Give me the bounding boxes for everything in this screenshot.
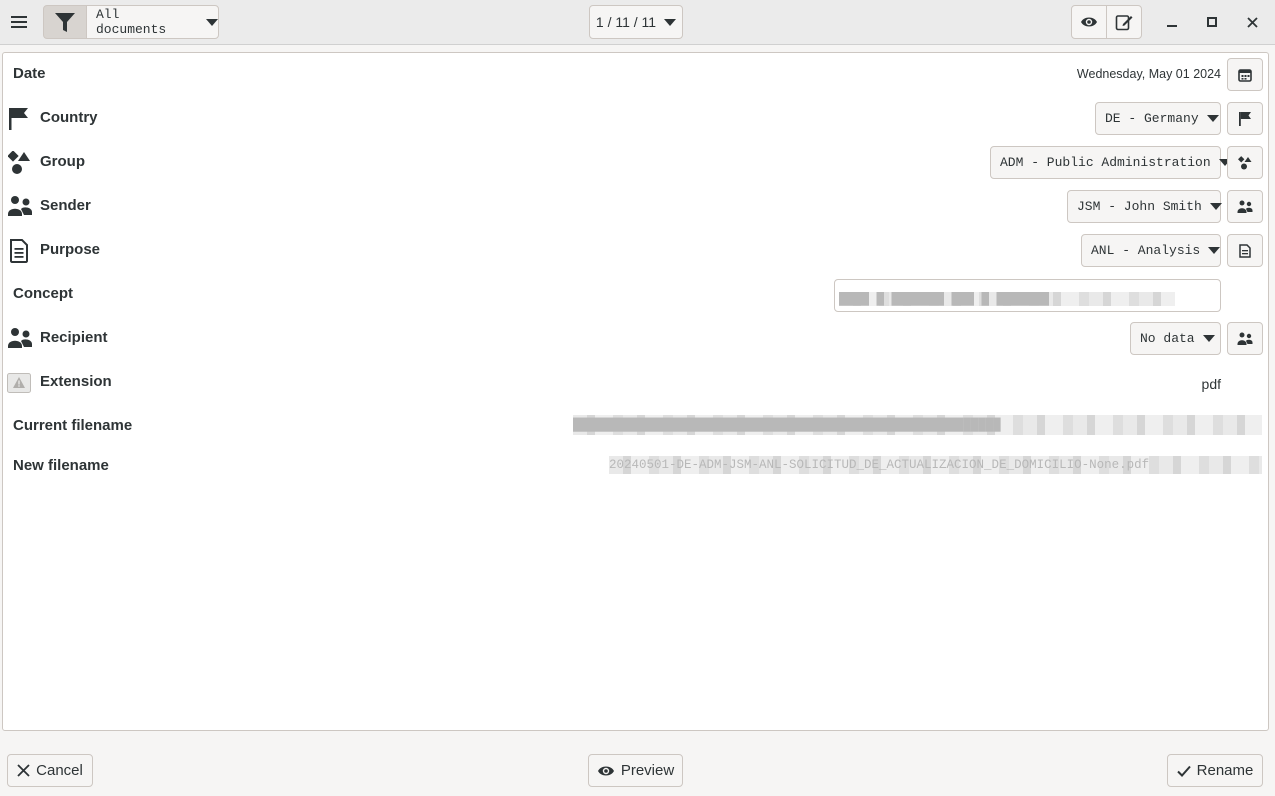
- shapes-icon: [1238, 155, 1252, 169]
- chevron-down-icon: [1206, 115, 1219, 122]
- preview-button[interactable]: Preview: [588, 754, 683, 787]
- rename-button[interactable]: Rename: [1167, 754, 1263, 787]
- flag-icon: [1239, 111, 1251, 126]
- date-value: Wednesday, May 01 2024: [1076, 67, 1221, 81]
- minimize-icon: [1167, 25, 1177, 27]
- current-filename-label: Current filename: [13, 417, 133, 434]
- preview-label: Preview: [620, 762, 675, 779]
- concept-value: ████ █ ███████ ███ █ ███████: [839, 292, 1175, 306]
- sender-dropdown[interactable]: JSM - John Smith: [1067, 190, 1222, 223]
- document-icon: [1239, 243, 1251, 258]
- chevron-down-icon: [1202, 335, 1215, 342]
- date-label: Date: [13, 65, 46, 82]
- page-counter-dropdown[interactable]: 1 / 11 / 11: [589, 5, 683, 39]
- purpose-edit-button[interactable]: [1227, 234, 1263, 267]
- extension-label: Extension: [40, 373, 112, 390]
- page-counter: 1 / 11 / 11: [595, 14, 657, 30]
- extension-value: pdf: [1201, 376, 1221, 392]
- sender-value: JSM - John Smith: [1077, 199, 1202, 214]
- document-icon: [10, 239, 28, 263]
- group-edit-button[interactable]: [1227, 146, 1263, 179]
- cancel-button[interactable]: Cancel: [7, 754, 93, 787]
- edit-mode-button[interactable]: [1106, 5, 1142, 39]
- group-value: ADM - Public Administration: [1000, 155, 1211, 170]
- group-dropdown[interactable]: ADM - Public Administration: [990, 146, 1231, 179]
- filter-funnel-icon: [55, 13, 75, 32]
- current-filename-value: ████████████████████████████████████████…: [573, 415, 1262, 435]
- purpose-value: ANL - Analysis: [1091, 243, 1201, 258]
- purpose-dropdown[interactable]: ANL - Analysis: [1081, 234, 1221, 267]
- people-icon: [1237, 332, 1253, 345]
- document-filter-dropdown[interactable]: All documents: [86, 5, 219, 39]
- recipient-value: No data: [1140, 331, 1195, 346]
- country-value: DE - Germany: [1105, 111, 1199, 126]
- sender-label: Sender: [40, 197, 91, 214]
- chevron-down-icon: [1209, 203, 1222, 210]
- country-dropdown[interactable]: DE - Germany: [1095, 102, 1221, 135]
- maximize-icon: [1207, 17, 1217, 27]
- document-filter-value: All documents: [96, 7, 167, 37]
- checkmark-icon: [1176, 765, 1191, 777]
- new-filename-label: New filename: [13, 457, 109, 474]
- hamburger-menu-icon: [11, 16, 27, 28]
- sender-edit-button[interactable]: [1227, 190, 1263, 223]
- people-icon: [1237, 200, 1253, 213]
- close-button[interactable]: [1240, 8, 1264, 36]
- recipient-edit-button[interactable]: [1227, 322, 1263, 355]
- flag-icon: [9, 108, 28, 130]
- chevron-down-icon: [206, 18, 218, 26]
- purpose-label: Purpose: [40, 241, 101, 258]
- main-menu-button[interactable]: [4, 6, 34, 38]
- chevron-down-icon: [664, 18, 677, 26]
- close-icon: [17, 764, 30, 777]
- group-label: Group: [40, 153, 85, 170]
- eye-icon: [1081, 17, 1097, 27]
- recipient-dropdown[interactable]: No data: [1130, 322, 1221, 355]
- new-filename-value: 20240501-DE-ADM-JSM-ANL-SOLICITUD_DE_ACT…: [609, 456, 1262, 474]
- country-label: Country: [40, 109, 98, 126]
- shapes-icon: [8, 151, 30, 174]
- concept-label: Concept: [13, 285, 73, 302]
- eye-icon: [597, 766, 614, 775]
- filter-toggle-button[interactable]: [43, 5, 87, 39]
- country-edit-button[interactable]: [1227, 102, 1263, 135]
- cancel-label: Cancel: [36, 762, 83, 779]
- maximize-button[interactable]: [1200, 8, 1224, 36]
- close-icon: [1246, 16, 1258, 28]
- people-icon: [8, 328, 32, 348]
- rename-label: Rename: [1196, 762, 1254, 779]
- minimize-button[interactable]: [1160, 8, 1184, 36]
- recipient-label: Recipient: [40, 329, 108, 346]
- concept-input[interactable]: ████ █ ███████ ███ █ ███████: [834, 279, 1221, 312]
- preview-toggle-button[interactable]: [1071, 5, 1107, 39]
- date-picker-button[interactable]: [1227, 58, 1263, 91]
- warning-icon: [7, 373, 31, 393]
- chevron-down-icon: [1208, 247, 1221, 254]
- calendar-icon: [1238, 68, 1252, 82]
- edit-note-icon: [1115, 15, 1133, 31]
- people-icon: [8, 196, 32, 216]
- header-bar: All documents 1 / 11 / 11: [0, 0, 1275, 45]
